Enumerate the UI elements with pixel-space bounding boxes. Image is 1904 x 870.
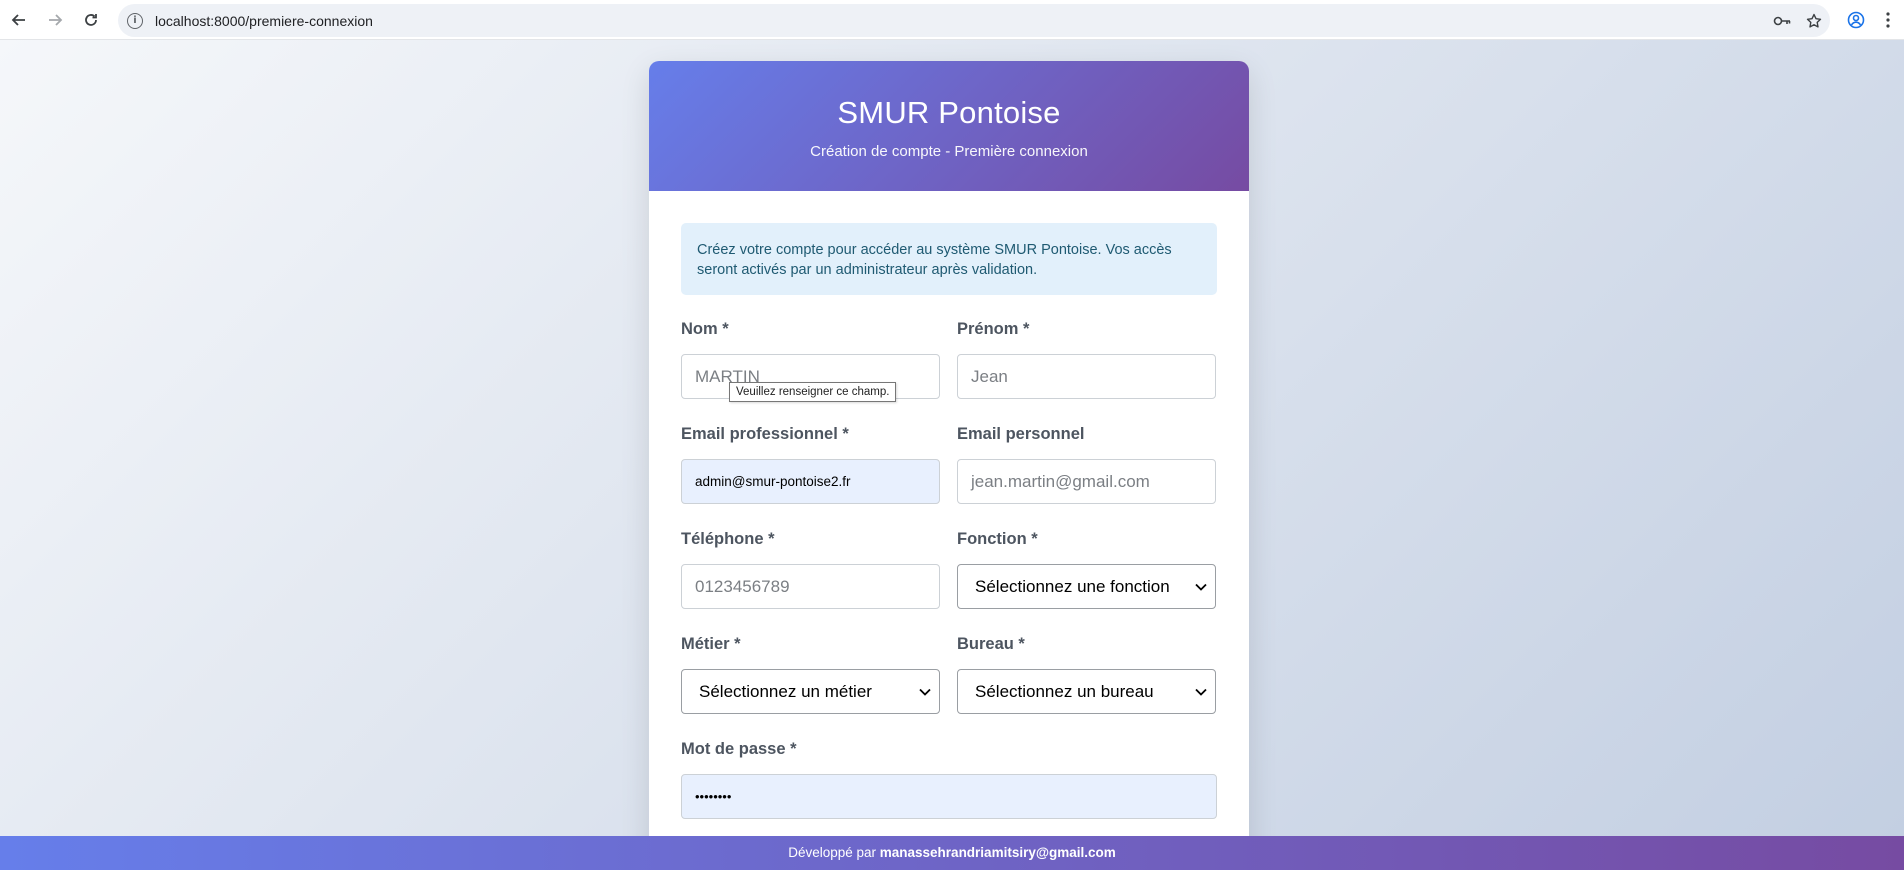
page-title: SMUR Pontoise [837, 95, 1061, 130]
bureau-selected: Sélectionnez un bureau [975, 681, 1154, 701]
email-perso-label: Email personnel [957, 425, 1085, 443]
email-pro-label: Email professionnel * [681, 425, 849, 443]
email-perso-input[interactable]: jean.martin@gmail.com [957, 459, 1216, 504]
chevron-down-icon [1195, 685, 1207, 699]
email-pro-input[interactable]: admin@smur-pontoise2.fr [681, 459, 940, 504]
fonction-group: Fonction * Sélectionnez une fonction [957, 530, 1216, 609]
bureau-group: Bureau * Sélectionnez un bureau [957, 635, 1216, 714]
reload-icon[interactable] [74, 3, 108, 37]
form-row-password: Mot de passe * •••••••• [681, 740, 1217, 819]
metier-label: Métier * [681, 635, 741, 653]
nom-group: Nom * MARTIN Veuillez renseigner ce cham… [681, 320, 940, 402]
profile-icon[interactable] [1840, 4, 1872, 36]
registration-card: SMUR Pontoise Création de compte - Premi… [649, 61, 1249, 836]
browser-toolbar: i localhost:8000/premiere-connexion [0, 0, 1904, 40]
prenom-label: Prénom * [957, 320, 1030, 338]
chevron-down-icon [1195, 580, 1207, 594]
footer-prefix: Développé par [788, 845, 880, 860]
password-input[interactable]: •••••••• [681, 774, 1217, 819]
form-row-phone: Téléphone * 0123456789 Fonction * Sélect… [681, 530, 1217, 609]
telephone-label: Téléphone * [681, 530, 775, 548]
form-row-job: Métier * Sélectionnez un métier Bureau *… [681, 635, 1217, 714]
prenom-placeholder: Jean [971, 366, 1008, 386]
page-footer: Développé par manassehrandriamitsiry@gma… [0, 836, 1904, 870]
form-row-email: Email professionnel * admin@smur-pontois… [681, 425, 1217, 504]
metier-selected: Sélectionnez un métier [699, 681, 872, 701]
telephone-placeholder: 0123456789 [695, 576, 790, 596]
password-label: Mot de passe * [681, 740, 797, 758]
prenom-input[interactable]: Jean [957, 354, 1216, 399]
address-bar[interactable]: i localhost:8000/premiere-connexion [118, 4, 1830, 37]
prenom-group: Prénom * Jean [957, 320, 1216, 399]
fonction-label: Fonction * [957, 530, 1038, 548]
url-text[interactable]: localhost:8000/premiere-connexion [155, 13, 373, 29]
metier-group: Métier * Sélectionnez un métier [681, 635, 940, 714]
page-subtitle: Création de compte - Première connexion [810, 143, 1088, 160]
fonction-selected: Sélectionnez une fonction [975, 576, 1170, 596]
back-icon[interactable] [2, 3, 36, 37]
fonction-select[interactable]: Sélectionnez une fonction [957, 564, 1216, 609]
telephone-group: Téléphone * 0123456789 [681, 530, 940, 609]
password-group: Mot de passe * •••••••• [681, 740, 1217, 819]
forward-icon[interactable] [38, 3, 72, 37]
form-row-name: Nom * MARTIN Veuillez renseigner ce cham… [681, 320, 1217, 402]
validation-tooltip: Veuillez renseigner ce champ. [729, 382, 897, 402]
chevron-down-icon [919, 685, 931, 699]
card-header: SMUR Pontoise Création de compte - Premi… [649, 61, 1249, 191]
site-info-icon[interactable]: i [127, 12, 143, 29]
metier-select[interactable]: Sélectionnez un métier [681, 669, 940, 714]
nom-input[interactable]: MARTIN Veuillez renseigner ce champ. [681, 354, 940, 402]
footer-author-email: manassehrandriamitsiry@gmail.com [879, 845, 1116, 860]
bureau-select[interactable]: Sélectionnez un bureau [957, 669, 1216, 714]
telephone-input[interactable]: 0123456789 [681, 564, 940, 609]
star-icon[interactable] [1798, 5, 1830, 37]
email-pro-value: admin@smur-pontoise2.fr [695, 474, 851, 489]
password-value: •••••••• [695, 789, 732, 804]
card-body: Créez votre compte pour accéder au systè… [649, 191, 1249, 819]
bureau-label: Bureau * [957, 635, 1025, 653]
key-icon[interactable] [1766, 5, 1798, 37]
email-perso-placeholder: jean.martin@gmail.com [971, 471, 1150, 491]
page-background: SMUR Pontoise Création de compte - Premi… [0, 40, 1904, 836]
nom-label: Nom * [681, 320, 729, 338]
info-alert: Créez votre compte pour accéder au systè… [681, 223, 1217, 295]
email-perso-group: Email personnel jean.martin@gmail.com [957, 425, 1216, 504]
kebab-menu-icon[interactable] [1872, 4, 1904, 36]
email-pro-group: Email professionnel * admin@smur-pontois… [681, 425, 940, 504]
